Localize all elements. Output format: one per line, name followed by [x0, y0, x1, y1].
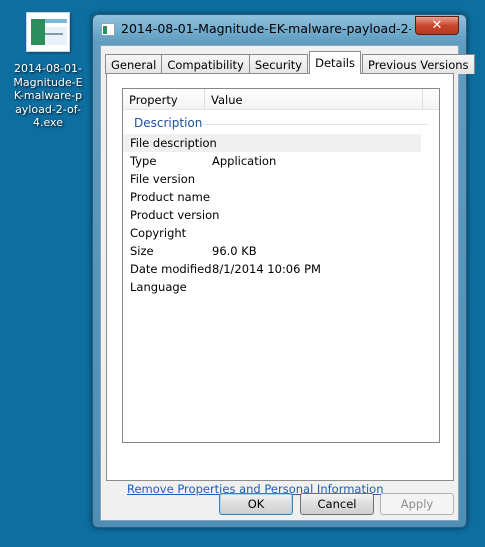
cancel-button[interactable]: Cancel	[300, 493, 374, 515]
details-list[interactable]: Property Value Description File descript…	[122, 88, 440, 443]
properties-dialog: 2014-08-01-Magnitude-EK-malware-payload-…	[92, 14, 475, 528]
desktop-file-icon[interactable]: 2014-08-01-Magnitude-EK-malware-payload-…	[6, 12, 90, 130]
property-name: Product name	[130, 190, 210, 204]
tab-security[interactable]: Security	[248, 54, 309, 74]
column-header-filler	[423, 89, 439, 109]
list-item[interactable]: Product name	[123, 188, 439, 206]
group-header-description[interactable]: Description	[123, 112, 439, 134]
property-name: Product version	[130, 208, 220, 222]
group-divider	[203, 124, 429, 125]
close-button[interactable]: ✕	[415, 16, 459, 35]
list-item[interactable]: Type Application	[123, 152, 439, 170]
column-header-value[interactable]: Value	[205, 89, 423, 109]
group-label: Description	[134, 116, 203, 130]
desktop-icon-label: 2014-08-01-Magnitude-EK-malware-payload-…	[13, 62, 83, 129]
list-item[interactable]: Date modified 8/1/2014 10:06 PM	[123, 260, 439, 278]
title-bar[interactable]: 2014-08-01-Magnitude-EK-malware-payload-…	[93, 15, 466, 45]
apply-button[interactable]: Apply	[380, 493, 454, 515]
tab-compatibility[interactable]: Compatibility	[161, 54, 250, 74]
list-item[interactable]: File version	[123, 170, 439, 188]
list-item[interactable]: Product version	[123, 206, 439, 224]
window-title: 2014-08-01-Magnitude-EK-malware-payload-…	[121, 21, 411, 36]
property-name: Size	[130, 244, 154, 258]
tab-previous-versions[interactable]: Previous Versions	[361, 54, 475, 74]
app-icon	[101, 23, 115, 36]
property-name: Type	[130, 154, 157, 168]
list-item[interactable]: Size 96.0 KB	[123, 242, 439, 260]
details-panel: Property Value Description File descript…	[106, 73, 454, 496]
list-header: Property Value	[123, 89, 439, 110]
column-header-property[interactable]: Property	[123, 89, 205, 109]
property-name: Copyright	[130, 226, 187, 240]
list-item[interactable]: File description	[123, 134, 421, 152]
tab-strip: General Compatibility Security Details P…	[105, 51, 475, 74]
property-value: 96.0 KB	[212, 244, 257, 258]
property-value: Application	[212, 154, 277, 168]
property-value: 8/1/2014 10:06 PM	[212, 262, 321, 276]
ok-button[interactable]: OK	[219, 493, 293, 515]
property-name: File version	[130, 172, 196, 186]
property-name: File description	[130, 136, 217, 150]
exe-file-icon	[26, 12, 70, 52]
tab-general[interactable]: General	[105, 54, 163, 74]
property-name: Language	[130, 280, 187, 294]
property-name: Date modified	[130, 262, 212, 276]
list-item[interactable]: Language	[123, 278, 439, 296]
tab-details[interactable]: Details	[309, 51, 361, 74]
list-item[interactable]: Copyright	[123, 224, 439, 242]
dialog-body: General Compatibility Security Details P…	[100, 45, 475, 521]
